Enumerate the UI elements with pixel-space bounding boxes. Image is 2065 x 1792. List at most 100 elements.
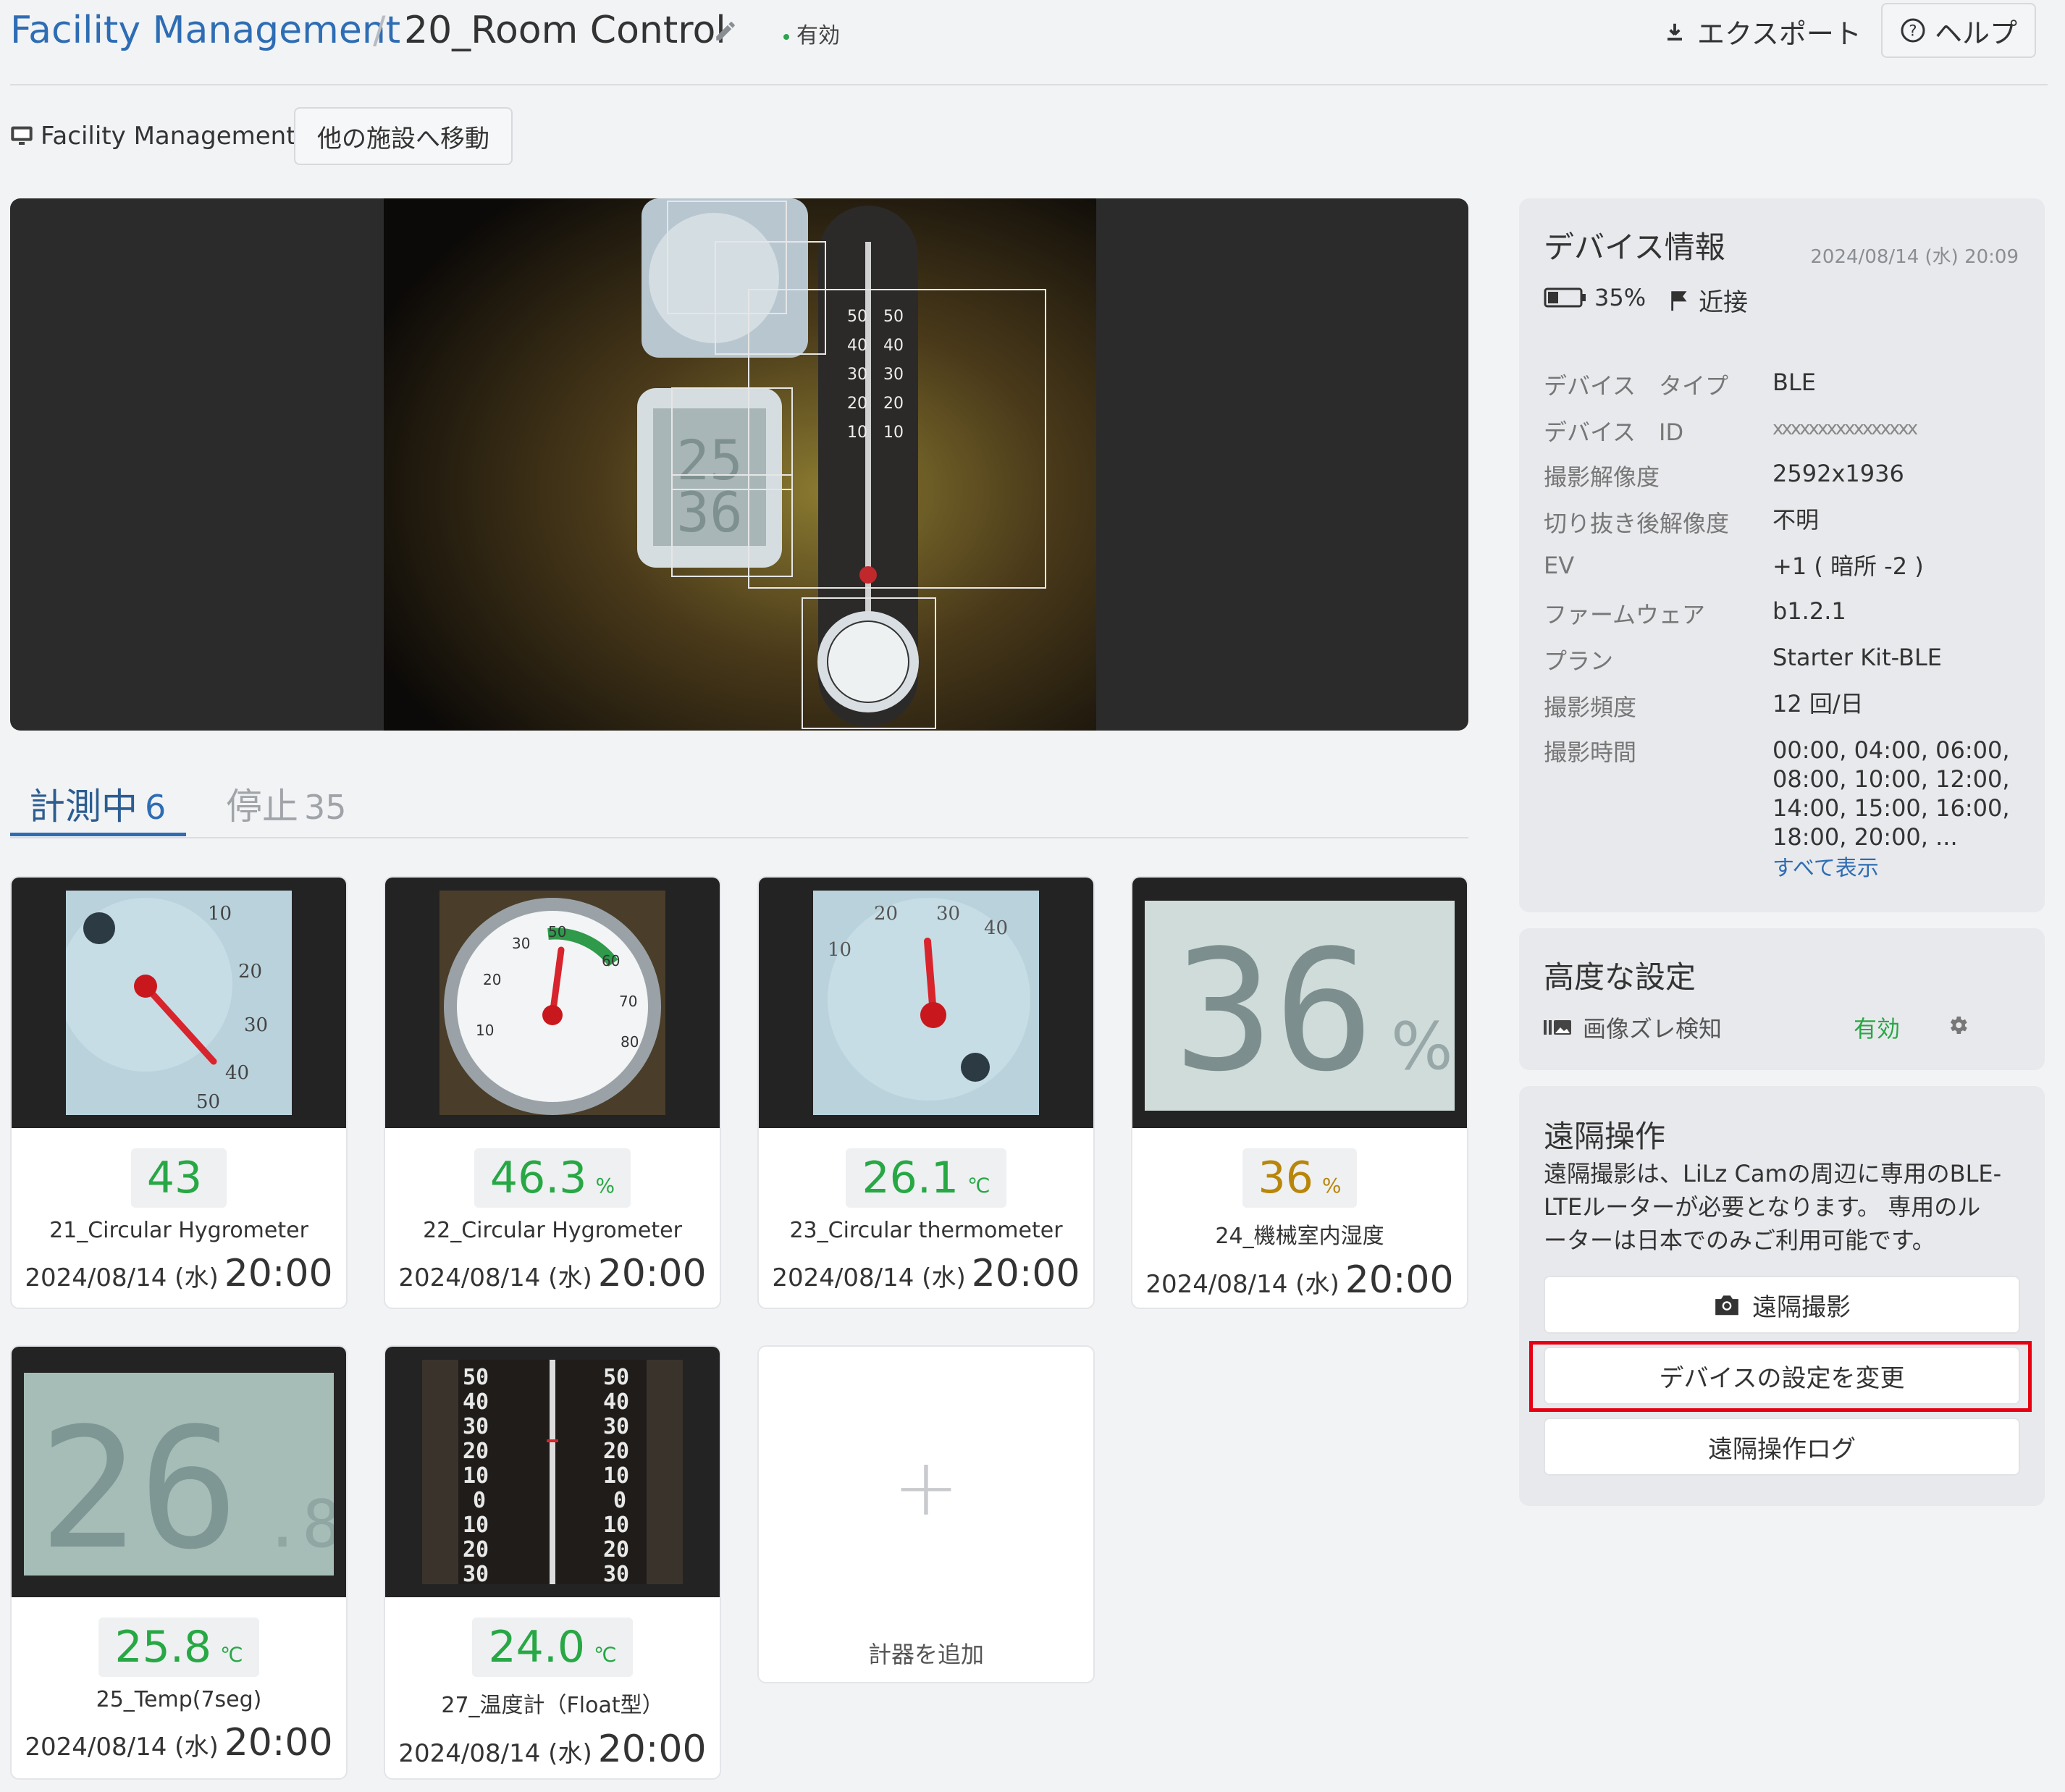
tab-measuring[interactable]: 計測中 6 (29, 778, 166, 830)
show-all-link[interactable]: すべて表示 (1772, 854, 1879, 883)
svg-text:20: 20 (874, 903, 898, 925)
meter-name: 21_Circular Hygrometer (49, 1218, 308, 1243)
header-divider (10, 84, 2048, 85)
meter-name: 24_機械室内湿度 (1215, 1224, 1384, 1249)
device-id-value: xxxxxxxxxxxxxxxx (1772, 418, 1918, 439)
svg-text:20: 20 (463, 1537, 489, 1562)
question-circle-icon: ? (1901, 18, 1925, 43)
image-icon (1544, 1020, 1571, 1035)
svg-text:%: % (1391, 1009, 1453, 1085)
ev-value: +1 ( 暗所 -2 ) (1772, 552, 1924, 580)
firmware-value: b1.2.1 (1772, 597, 1846, 625)
signal-status: 近接 (1668, 282, 1748, 318)
svg-text:20: 20 (883, 395, 904, 413)
meter-timestamp: 2024/08/14 (水) 20:00 (1145, 1258, 1454, 1302)
ev-label: EV (1544, 552, 1575, 579)
highlight-box (1529, 1341, 2032, 1412)
svg-text:30: 30 (936, 903, 960, 925)
firmware-label: ファームウェア (1544, 601, 1706, 628)
crop-resolution-label: 切り抜き後解像度 (1544, 510, 1730, 537)
svg-text:10: 10 (603, 1463, 629, 1489)
tab-stopped[interactable]: 停止 35 (226, 778, 347, 830)
svg-text:30: 30 (512, 935, 530, 952)
svg-text:50: 50 (548, 923, 566, 941)
battery-icon (1544, 287, 1586, 308)
svg-text:40: 40 (847, 337, 867, 355)
advanced-settings-panel: 高度な設定 画像ズレ検知 有効 (1519, 928, 2045, 1070)
meter-card-25[interactable]: 26 .8 25.8 ℃ 25_Temp(7seg) 2024/08/14 (水)… (10, 1345, 348, 1780)
svg-text:50: 50 (603, 1365, 629, 1390)
page-title: 20_Room Control (404, 9, 726, 52)
meter-timestamp: 2024/08/14 (水) 20:00 (25, 1721, 333, 1764)
svg-text:10: 10 (883, 424, 904, 442)
meter-timestamp: 2024/08/14 (水) 20:00 (25, 1252, 333, 1295)
svg-text:30: 30 (244, 1014, 268, 1036)
meter-card-23[interactable]: 20 30 40 10 26.1 ℃ 23_Circular thermomete… (757, 876, 1095, 1309)
move-facility-button[interactable]: 他の施設へ移動 (294, 107, 513, 165)
remote-operation-panel: 遠隔操作 遠隔撮影は、LiLz Camの周辺に専用のBLE- LTEルーターが必… (1519, 1086, 2045, 1506)
svg-text:20: 20 (238, 961, 262, 983)
meter-card-24[interactable]: 36 % 36% 24_機械室内湿度 2024/08/14 (水) 20:00 (1131, 876, 1468, 1309)
capture-times-label: 撮影時間 (1544, 739, 1637, 766)
device-info-title: デバイス情報 (1544, 230, 1725, 265)
add-meter-card[interactable]: + 計器を追加 (757, 1345, 1095, 1683)
facility-label: Facility Management (10, 122, 296, 151)
download-icon (1667, 23, 1682, 41)
tabs-divider (10, 837, 1468, 838)
svg-text:10: 10 (603, 1513, 629, 1538)
image-shift-detection: 画像ズレ検知 (1544, 1011, 1722, 1044)
svg-text:26: 26 (38, 1393, 239, 1576)
image-shift-status: 有効 (1854, 1015, 1901, 1043)
battery-status: 35% (1544, 284, 1646, 311)
meter-card-21[interactable]: 10 20 30 40 50 43 21_Circular Hygrometer… (10, 876, 348, 1309)
svg-text:20: 20 (603, 1439, 629, 1464)
breadcrumb-facility-link[interactable]: Facility Management (10, 9, 400, 52)
meter-value: 24.0 ℃ (472, 1618, 633, 1677)
svg-text:0: 0 (473, 1488, 486, 1513)
svg-text:0: 0 (613, 1488, 626, 1513)
resolution-label: 撮影解像度 (1544, 463, 1660, 491)
svg-text:10: 10 (476, 1022, 494, 1039)
plan-value: Starter Kit-BLE (1772, 644, 1943, 671)
meter-value: 46.3% (474, 1148, 631, 1208)
svg-text:30: 30 (603, 1414, 629, 1439)
meter-card-27[interactable]: 50 40 30 20 10 0 10 20 30 50 40 30 20 10 0 10 20 30 24.0… (384, 1345, 721, 1780)
svg-text:40: 40 (603, 1389, 629, 1415)
device-type-value: BLE (1772, 369, 1816, 396)
meter-name: 25_Temp(7seg) (96, 1687, 262, 1712)
meter-timestamp: 2024/08/14 (水) 20:00 (398, 1252, 707, 1295)
float-thermometer-icon: 50 40 30 20 10 0 10 20 30 50 40 30 20 10 0 10 20 30 (385, 1347, 720, 1597)
circular-hygrometer-icon: 10 20 30 40 50 (12, 878, 346, 1128)
device-info-panel: デバイス情報 2024/08/14 (水) 20:09 35% 近接 デバイス … (1519, 198, 2045, 912)
camera-preview[interactable]: 25 36 50 40 30 20 10 50 40 30 20 10 (10, 198, 1468, 731)
remote-operation-log-button[interactable]: 遠隔操作ログ (1544, 1418, 2020, 1476)
meter-card-22[interactable]: 10 20 30 50 60 70 80 46.3% 22_Circular H… (384, 876, 721, 1309)
svg-text:20: 20 (603, 1537, 629, 1562)
status-dot-icon (783, 33, 789, 40)
circular-thermometer-icon: 20 30 40 10 (759, 878, 1093, 1128)
svg-text:30: 30 (883, 366, 904, 384)
meter-value: 26.1 ℃ (846, 1148, 1006, 1208)
capture-times-value: 00:00, 04:00, 06:00, 08:00, 10:00, 12:00… (1772, 736, 2010, 851)
svg-text:10: 10 (463, 1513, 489, 1538)
add-meter-label: 計器を追加 (867, 1641, 984, 1668)
camera-icon (1715, 1295, 1738, 1316)
meter-timestamp: 2024/08/14 (水) 20:00 (772, 1252, 1080, 1295)
resolution-value: 2592x1936 (1772, 460, 1904, 487)
help-button[interactable]: ? ヘルプ (1881, 3, 2036, 58)
pencil-icon[interactable] (713, 19, 738, 43)
signal-flag-icon (1671, 290, 1687, 311)
meter-timestamp: 2024/08/14 (水) 20:00 (398, 1728, 707, 1771)
seven-segment-display-icon: 36 % (1132, 878, 1467, 1128)
svg-text:30: 30 (463, 1562, 489, 1584)
active-tab-indicator (10, 833, 186, 836)
plus-icon: + (892, 1441, 960, 1534)
frequency-value: 12 回/日 (1772, 690, 1864, 718)
svg-text:30: 30 (847, 366, 867, 384)
svg-text:50: 50 (196, 1091, 220, 1113)
gear-icon[interactable] (1946, 1014, 1969, 1037)
remote-capture-button[interactable]: 遠隔撮影 (1544, 1276, 2020, 1334)
svg-text:10: 10 (847, 424, 867, 442)
export-button[interactable]: エクスポート (1664, 12, 1862, 51)
plan-label: プラン (1544, 647, 1614, 675)
